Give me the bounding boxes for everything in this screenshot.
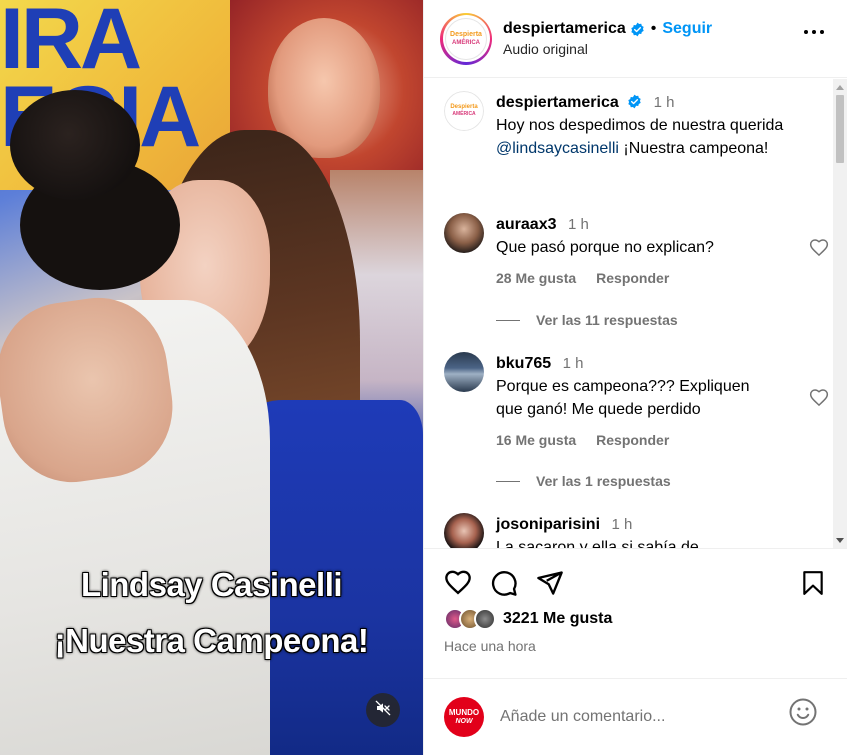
comments-list: Despierta AMÉRICA despiertamerica 1 h Ho… — [424, 79, 847, 548]
comment-text: Que pasó porque no explican? — [496, 239, 714, 256]
caption-time[interactable]: 1 h — [654, 94, 675, 111]
liker-avatar — [474, 608, 496, 630]
caption-logo-bottom: AMÉRICA — [452, 111, 476, 117]
video-caption-line-1: Lindsay Casinelli — [80, 566, 343, 603]
comment-avatar[interactable] — [444, 352, 484, 392]
comment-heart-icon[interactable] — [809, 388, 829, 413]
video-player[interactable]: IRAEGIA Lindsay Casinelli ¡Nuestra Campe… — [0, 0, 423, 755]
post-window: IRAEGIA Lindsay Casinelli ¡Nuestra Campe… — [0, 0, 847, 755]
comment-username[interactable]: auraax3 — [496, 216, 557, 233]
likes-count[interactable]: 3221 Me gusta — [503, 610, 612, 628]
current-user-avatar[interactable]: MUNDO NOW — [444, 697, 484, 737]
profile-avatar-ring[interactable]: Despierta AMÉRICA — [440, 12, 492, 65]
caption-logo-top: Despierta — [450, 104, 478, 110]
comments-scrollbar[interactable] — [833, 79, 847, 548]
original-audio-link[interactable]: Audio original — [503, 41, 712, 57]
view-replies-button[interactable]: Ver las 1 respuestas — [496, 473, 671, 489]
comment-username[interactable]: josoniparisini — [496, 516, 600, 533]
scroll-down-arrow-icon[interactable] — [836, 538, 844, 543]
verified-badge-icon — [627, 94, 642, 109]
caption-avatar[interactable]: Despierta AMÉRICA — [444, 91, 484, 131]
post-header: Despierta AMÉRICA despiertamerica • Segu… — [424, 0, 847, 78]
caption-text: Hoy nos despedimos de nuestra querida — [496, 117, 784, 134]
replies-divider — [496, 480, 520, 482]
avatar-text-bottom: NOW — [455, 718, 473, 725]
avatar-text-top: MUNDO — [448, 708, 480, 717]
scrollbar-thumb[interactable] — [836, 95, 844, 163]
comment-time[interactable]: 1 h — [563, 355, 584, 372]
header-separator: • — [650, 20, 657, 37]
logo-text-top: Despierta — [450, 30, 482, 38]
comment-likes[interactable]: 28 Me gusta — [496, 270, 576, 286]
bookmark-icon[interactable] — [800, 569, 826, 602]
post-side-panel: Despierta AMÉRICA despiertamerica • Segu… — [423, 0, 847, 755]
caption-mention-link[interactable]: @lindsaycasinelli — [496, 140, 619, 157]
share-icon[interactable] — [536, 569, 564, 597]
speaker-muted-icon — [375, 700, 391, 721]
caption-username[interactable]: despiertamerica — [496, 94, 619, 111]
likes-summary[interactable]: 3221 Me gusta — [444, 608, 612, 630]
comment-avatar[interactable] — [444, 213, 484, 253]
comment-text: La sacaron y ella si sabía de — [496, 539, 699, 548]
emoji-icon[interactable] — [788, 697, 818, 732]
comment-avatar[interactable] — [444, 513, 484, 548]
view-replies-label: Ver las 11 respuestas — [536, 312, 678, 328]
comment-likes[interactable]: 16 Me gusta — [496, 432, 576, 448]
post-time[interactable]: Hace una hora — [444, 638, 536, 654]
logo-text-bottom: AMÉRICA — [452, 39, 480, 46]
view-replies-button[interactable]: Ver las 11 respuestas — [496, 312, 678, 328]
view-replies-label: Ver las 1 respuestas — [536, 473, 671, 489]
header-username[interactable]: despiertamerica — [503, 20, 626, 38]
comment-item: bku765 1 h Porque es campeona??? Expliqu… — [444, 352, 814, 452]
reply-button[interactable]: Responder — [596, 432, 669, 448]
post-caption: Despierta AMÉRICA despiertamerica 1 h Ho… — [444, 91, 814, 160]
add-comment-bar: MUNDO NOW — [424, 678, 847, 755]
replies-divider — [496, 319, 520, 321]
comment-item: auraax3 1 h Que pasó porque no explican?… — [444, 213, 814, 290]
hair-bun — [10, 90, 140, 200]
mute-button[interactable] — [366, 693, 400, 727]
reply-button[interactable]: Responder — [596, 270, 669, 286]
comment-text: Porque es campeona??? Expliquen que ganó… — [496, 378, 750, 418]
comment-time[interactable]: 1 h — [611, 516, 632, 533]
heart-icon[interactable] — [444, 569, 472, 597]
follow-button[interactable]: Seguir — [662, 20, 712, 38]
comment-input[interactable] — [500, 708, 770, 726]
video-caption-line-2: ¡Nuestra Campeona! — [54, 622, 369, 659]
comment-heart-icon[interactable] — [809, 238, 829, 263]
scroll-up-arrow-icon[interactable] — [836, 85, 844, 90]
verified-badge-icon — [630, 22, 645, 37]
comment-item: josoniparisini 1 h La sacaron y ella si … — [444, 513, 814, 548]
caption-text-end: ¡Nuestra campeona! — [618, 140, 769, 157]
comment-icon[interactable] — [490, 569, 518, 597]
avatar: Despierta AMÉRICA — [445, 17, 487, 60]
comment-time[interactable]: 1 h — [568, 216, 589, 233]
comment-username[interactable]: bku765 — [496, 355, 551, 372]
more-options-icon[interactable] — [804, 30, 824, 34]
post-actions: 3221 Me gusta Hace una hora — [424, 548, 847, 678]
